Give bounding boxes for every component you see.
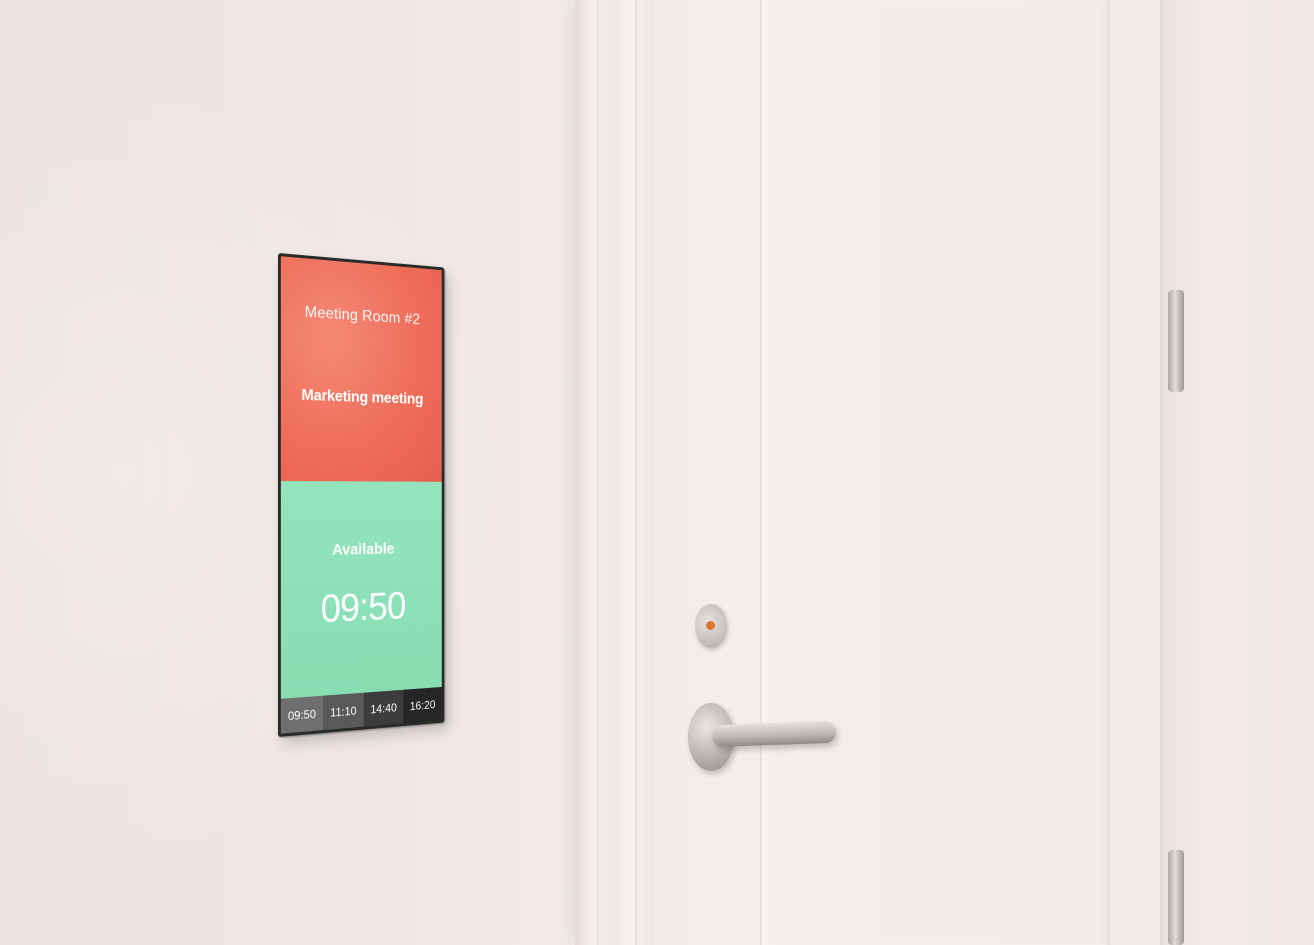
hinge-icon — [1168, 850, 1184, 945]
door-frame-right — [1160, 0, 1314, 945]
room-name: Meeting Room #2 — [304, 303, 421, 329]
photo-scene: Meeting Room #2 Marketing meeting Availa… — [0, 0, 1314, 945]
timeline-slot[interactable]: 14:40 — [363, 689, 404, 727]
door-casing — [575, 0, 665, 945]
casing-groove — [635, 0, 637, 945]
status-time: 09:50 — [320, 584, 406, 631]
timeline-slot[interactable]: 09:50 — [280, 695, 323, 734]
room-booking-display: Meeting Room #2 Marketing meeting Availa… — [278, 253, 445, 737]
door-panel — [760, 0, 1110, 945]
current-meeting-panel[interactable]: Meeting Room #2 Marketing meeting — [280, 256, 442, 482]
status-label: Available — [332, 540, 395, 559]
timeline-slot[interactable]: 11:10 — [322, 692, 364, 731]
current-meeting-title: Marketing meeting — [301, 386, 424, 408]
lock-indicator-dot — [706, 621, 715, 630]
casing-groove — [597, 0, 599, 945]
door-handle[interactable] — [711, 720, 837, 748]
hinge-icon — [1168, 290, 1184, 392]
display-screen: Meeting Room #2 Marketing meeting Availa… — [280, 256, 442, 734]
availability-panel[interactable]: Available 09:50 — [280, 481, 442, 699]
timeline-slot[interactable]: 16:20 — [403, 686, 442, 724]
lock-cylinder — [695, 604, 727, 648]
